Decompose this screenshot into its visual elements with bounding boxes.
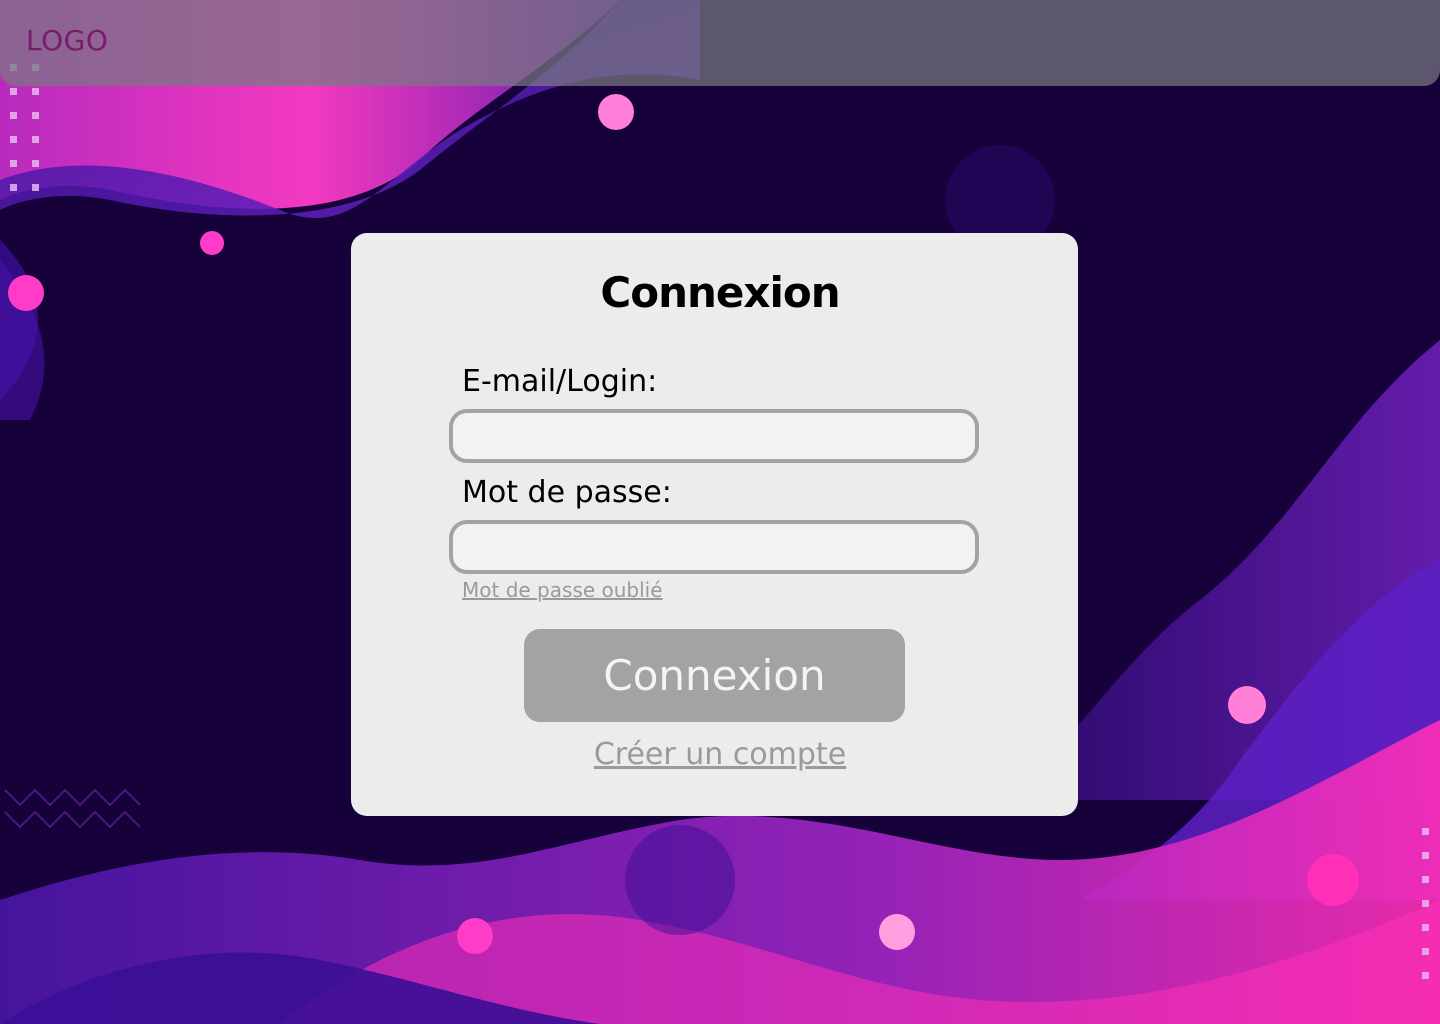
email-label: E-mail/Login: [462,364,658,399]
password-label: Mot de passe: [462,475,672,510]
logo[interactable]: LOGO [26,24,108,57]
email-field[interactable] [449,409,979,463]
forgot-password-link[interactable]: Mot de passe oublié [462,578,663,602]
password-field[interactable] [449,520,979,574]
login-button[interactable]: Connexion [524,629,905,722]
top-navbar: LOGO [0,0,1440,86]
create-account-link[interactable]: Créer un compte [0,737,1440,772]
login-title: Connexion [600,268,840,317]
